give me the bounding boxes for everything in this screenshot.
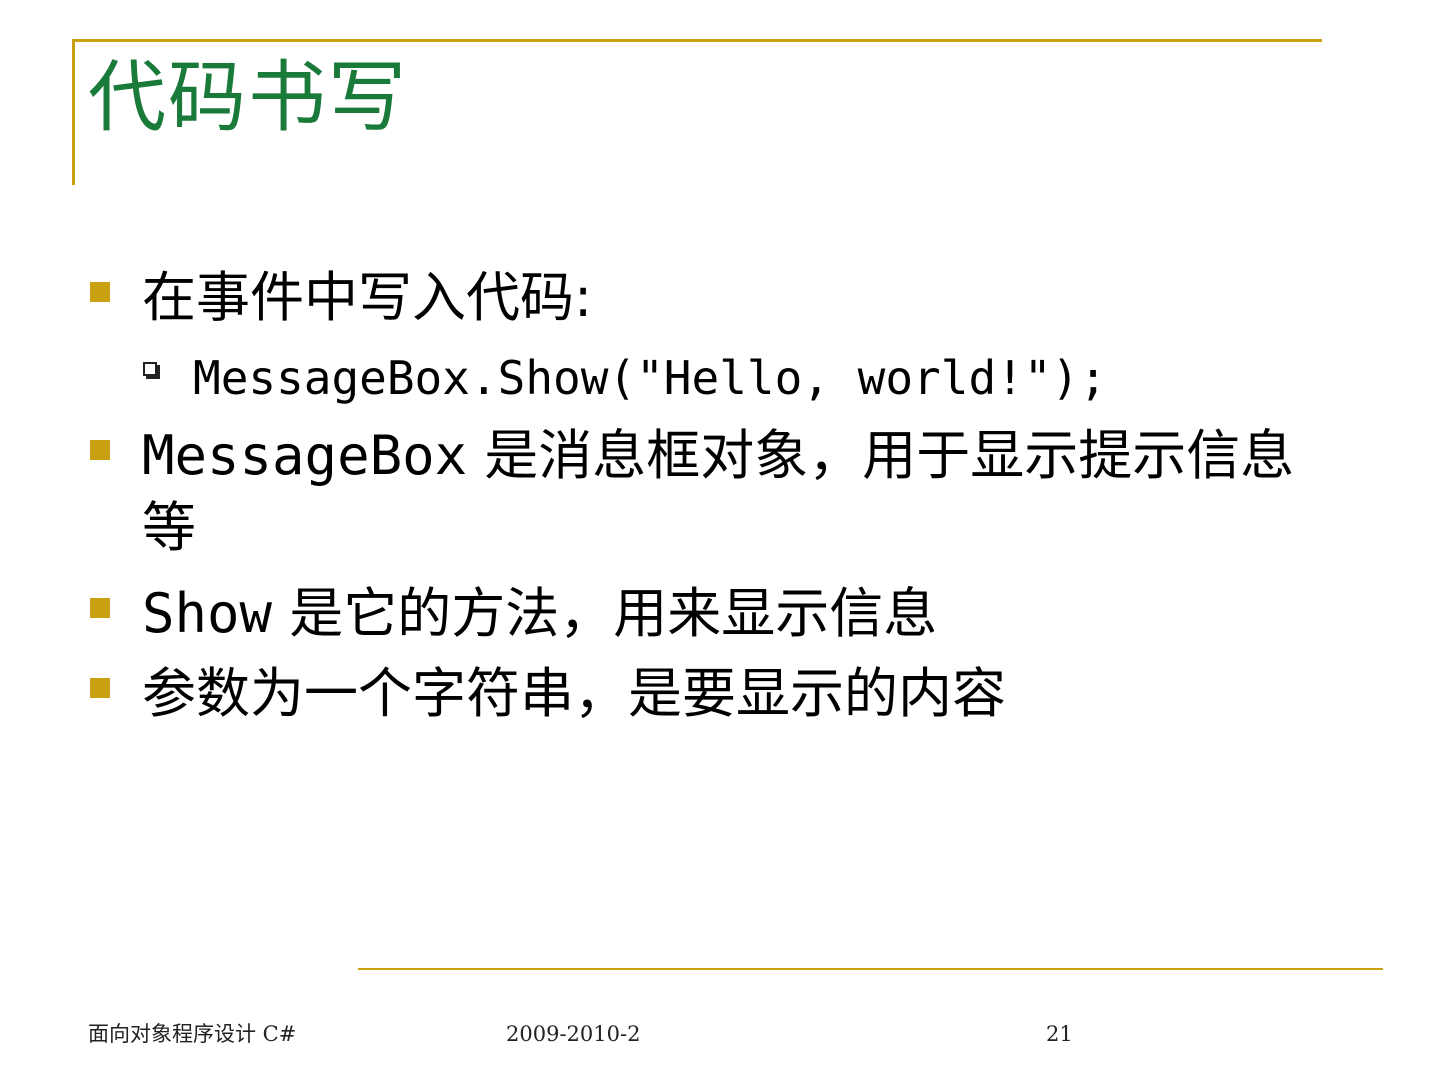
bullet-marker	[90, 678, 110, 698]
bullet-text: 在事件中写入代码:	[142, 266, 593, 329]
title-rule-left	[72, 39, 75, 185]
bullet-marker	[90, 440, 110, 460]
bullet-text: MessageBox 是消息框对象，用于显示提示信息等	[142, 420, 1322, 564]
sub-bullet-marker	[143, 362, 160, 379]
bullet-1: 在事件中写入代码:	[90, 262, 1330, 334]
sub-bullet-code: MessageBox.Show("Hello, world!");	[193, 351, 1107, 405]
bullet-text: 参数为一个字符串，是要显示的内容	[142, 662, 1006, 725]
slide-title: 代码书写	[88, 53, 409, 143]
bullet-code-term: Show	[142, 582, 273, 645]
bullet-3: Show 是它的方法，用来显示信息	[90, 578, 1330, 650]
bullet-code-term: MessageBox	[142, 424, 468, 487]
footer-course: 面向对象程序设计 C#	[88, 1022, 297, 1046]
bullet-text: Show 是它的方法，用来显示信息	[142, 578, 1322, 650]
footer-rule	[358, 968, 1383, 970]
bullet-desc: 是它的方法，用来显示信息	[272, 582, 938, 645]
bullet-marker	[90, 282, 110, 302]
title-rule-top	[72, 39, 1322, 42]
bullet-2: MessageBox 是消息框对象，用于显示提示信息等	[90, 420, 1330, 564]
bullet-marker	[90, 598, 110, 618]
footer-page-number: 21	[1046, 1022, 1073, 1046]
footer-term: 2009-2010-2	[506, 1022, 641, 1046]
bullet-4: 参数为一个字符串，是要显示的内容	[90, 658, 1330, 730]
